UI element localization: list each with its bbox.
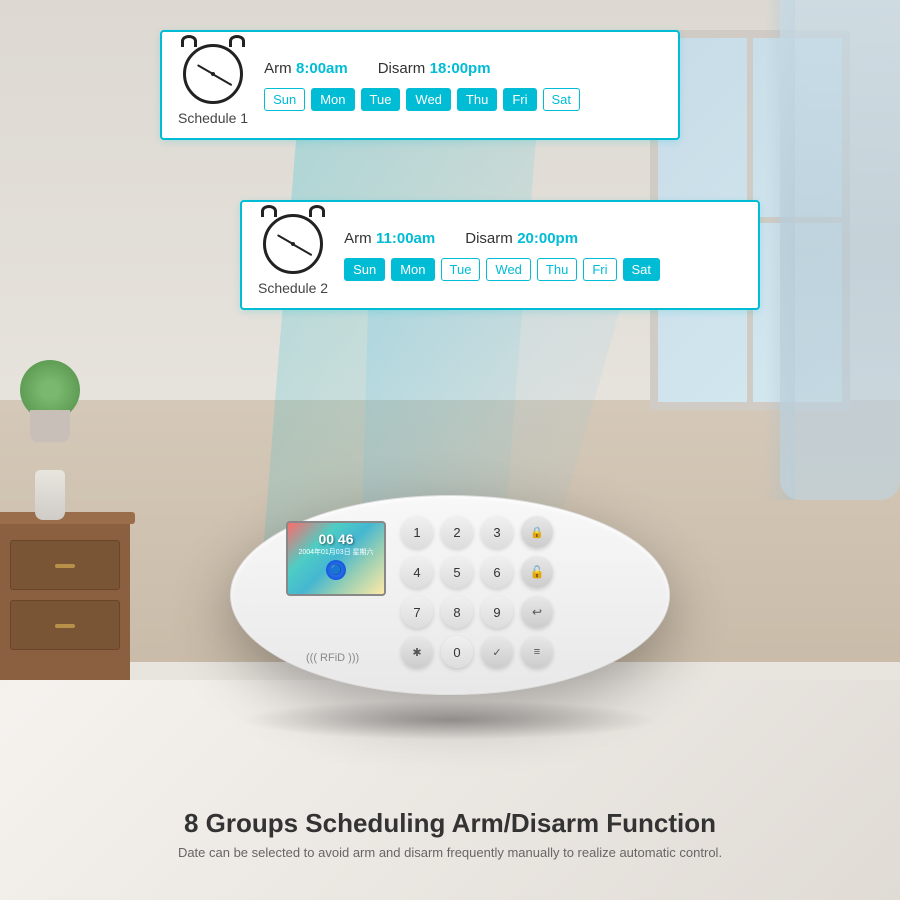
- key-1[interactable]: 1: [401, 516, 433, 548]
- disarm-time-1: 18:00pm: [430, 60, 491, 77]
- disarm-label-2: Disarm 20:00pm: [465, 230, 578, 248]
- day-btn-s1-thu[interactable]: Thu: [457, 88, 497, 111]
- day-btn-s1-mon[interactable]: Mon: [311, 88, 354, 111]
- key-7[interactable]: 7: [401, 596, 433, 628]
- schedule-1-times: Arm 8:00am Disarm 18:00pm: [264, 60, 662, 78]
- screen-time: 00 46: [288, 523, 384, 547]
- keypad: 1 2 3 🔒 4 5 6 🔓 7 8 9 ↩ ✱ 0 ✓ ≡: [401, 516, 557, 672]
- key-sos[interactable]: ↩: [521, 596, 553, 628]
- days-row-1: Sun Mon TueWed Thu Fri Sat: [264, 88, 662, 111]
- bottom-title: 8 Groups Scheduling Arm/Disarm Function: [0, 808, 900, 839]
- plant: [20, 360, 80, 442]
- key-0[interactable]: 0: [441, 636, 473, 668]
- bottom-subtitle: Date can be selected to avoid arm and di…: [0, 845, 900, 860]
- key-check[interactable]: ✓: [481, 636, 513, 668]
- day-btn-s1-wed[interactable]: Wed: [406, 88, 451, 111]
- day-btn-s2-thu[interactable]: Thu: [537, 258, 577, 281]
- key-2[interactable]: 2: [441, 516, 473, 548]
- schedule-2-card: Schedule 2 Arm 11:00am Disarm 20:00pm Su…: [240, 200, 760, 310]
- device-oval: 00 46 2004年01月03日 星期六 🔵 1 2 3 🔒 4 5 6 🔓 …: [230, 495, 670, 695]
- days-row-2: Sun Mon TueWed Thu Fri Sat: [344, 258, 742, 281]
- schedule-2-info: Arm 11:00am Disarm 20:00pm Sun Mon TueWed T…: [344, 230, 742, 281]
- day-btn-s1-tue[interactable]: Tue: [361, 88, 401, 111]
- day-btn-s2-mon[interactable]: Mon: [391, 258, 434, 281]
- schedule-1-card: Schedule 1 Arm 8:00am Disarm 18:00pm Sun…: [160, 30, 680, 140]
- day-btn-s1-sat[interactable]: Sat: [543, 88, 581, 111]
- dresser: [0, 520, 130, 680]
- bottom-text: 8 Groups Scheduling Arm/Disarm Function …: [0, 808, 900, 860]
- key-menu[interactable]: ≡: [521, 636, 553, 668]
- arm-label-2: Arm 11:00am: [344, 230, 435, 248]
- day-btn-s2-sat[interactable]: Sat: [623, 258, 661, 281]
- day-btn-s2-sun[interactable]: Sun: [344, 258, 385, 281]
- key-8[interactable]: 8: [441, 596, 473, 628]
- screen-icon: 🔵: [326, 560, 346, 580]
- key-9[interactable]: 9: [481, 596, 513, 628]
- clock-icon-2: [263, 214, 323, 274]
- key-4[interactable]: 4: [401, 556, 433, 588]
- arm-label-1: Arm 8:00am: [264, 60, 348, 78]
- vase: [35, 470, 65, 520]
- key-5[interactable]: 5: [441, 556, 473, 588]
- key-star[interactable]: ✱: [401, 636, 433, 668]
- disarm-time-2: 20:00pm: [517, 230, 578, 247]
- key-6[interactable]: 6: [481, 556, 513, 588]
- screen-date: 2004年01月03日 星期六: [288, 547, 384, 557]
- arm-time-2: 11:00am: [376, 230, 435, 247]
- arm-time-1: 8:00am: [296, 60, 348, 77]
- key-lock-arm[interactable]: 🔒: [521, 516, 553, 548]
- day-btn-s2-wed[interactable]: Wed: [486, 258, 531, 281]
- schedule-2-times: Arm 11:00am Disarm 20:00pm: [344, 230, 742, 248]
- day-btn-s2-fri[interactable]: Fri: [583, 258, 616, 281]
- device-shadow: [240, 700, 660, 740]
- device-screen: 00 46 2004年01月03日 星期六 🔵: [286, 521, 386, 596]
- schedule-1-info: Arm 8:00am Disarm 18:00pm Sun Mon TueWed Th…: [264, 60, 662, 111]
- schedule-1-label: Schedule 1: [178, 110, 248, 126]
- key-3[interactable]: 3: [481, 516, 513, 548]
- schedule-2-label: Schedule 2: [258, 280, 328, 296]
- curtain-right: [780, 0, 900, 500]
- day-btn-s1-fri[interactable]: Fri: [503, 88, 536, 111]
- day-btn-s1-sun[interactable]: Sun: [264, 88, 305, 111]
- rfid-label: ((( RFiD ))): [306, 652, 359, 664]
- device-container: 00 46 2004年01月03日 星期六 🔵 1 2 3 🔒 4 5 6 🔓 …: [230, 495, 670, 740]
- key-lock-disarm[interactable]: 🔓: [521, 556, 553, 588]
- day-btn-s2-tue[interactable]: Tue: [441, 258, 481, 281]
- disarm-label-1: Disarm 18:00pm: [378, 60, 491, 78]
- clock-icon-1: [183, 44, 243, 104]
